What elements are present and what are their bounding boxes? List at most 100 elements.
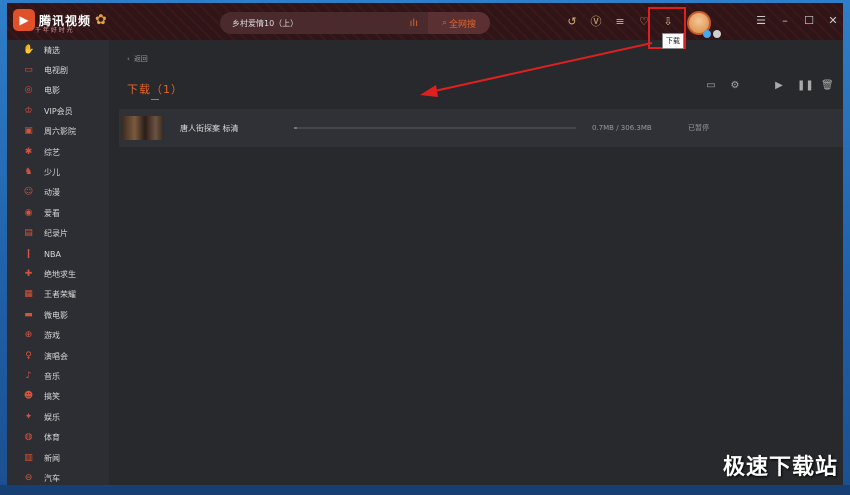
sidebar-item-honor-of-kings[interactable]: ▦ 王者荣耀 [7,285,109,305]
close-icon[interactable]: ✕ [827,14,839,28]
play-logo-icon: ▶ [13,9,35,31]
sidebar-item-label: 微电影 [44,310,68,320]
sidebar-item-label: 动漫 [44,188,60,198]
sidebar-item-pubg[interactable]: ✚ 绝地求生 [7,264,109,284]
sidebar-item-label: 爱看 [44,208,60,218]
sidebar-item-concerts[interactable]: ♀ 演唱会 [7,346,109,366]
sidebar-item-label: 王者荣耀 [44,290,76,300]
title-underline [151,99,159,100]
documentary-icon: ▤ [24,228,33,239]
settings-icon[interactable]: ⚙ [729,80,741,92]
sidebar-item-funny[interactable]: ☻ 搞笑 [7,387,109,407]
sidebar-item-label: 音乐 [44,371,60,381]
sidebar-item-label: VIP会员 [44,106,73,116]
download-progress-fill [294,127,297,129]
sidebar-item-label: 搞笑 [44,392,60,402]
cinema-icon: ▣ [24,126,33,137]
playlist-icon[interactable]: ≡ [613,15,627,29]
sidebar-item-cars[interactable]: ⊖ 汽车 [7,468,109,485]
back-label: 返回 [133,55,148,63]
sidebar-item-label: 娱乐 [44,412,60,422]
pause-all-icon[interactable]: ❚❚ [797,80,814,92]
sidebar-item-movies[interactable]: ◎ 电影 [7,81,109,101]
sidebar-item-label: 绝地求生 [44,269,76,279]
watermark: 极速下载站 [722,455,838,480]
sidebar: ✋ 精选 ▭ 电视剧 ◎ 电影 ♔ VIP会员 ▣ 周六影院 ✱ 综艺 ♞ 少儿 ☺ 动漫 ◉ 爱… [7,40,109,485]
sidebar-item-games[interactable]: ⊕ 游戏 [7,325,109,345]
search-button-label: 全网搜 [449,19,477,30]
sidebar-item-saturday-cinema[interactable]: ▣ 周六影院 [7,122,109,142]
sidebar-item-kids[interactable]: ♞ 少儿 [7,162,109,182]
logo-slogan: 千 年 好 时 光 [35,27,73,34]
sidebar-item-featured[interactable]: ✋ 精选 [7,40,109,60]
trending-chart-icon[interactable]: ılı [410,18,418,29]
game-hok-icon: ▦ [24,289,33,300]
micro-film-icon: ▬ [24,309,33,320]
maximize-icon[interactable]: ☐ [803,14,815,28]
menu-icon[interactable]: ☰ [755,14,767,28]
sidebar-item-label: 游戏 [44,331,60,341]
car-icon: ⊖ [24,472,33,483]
sidebar-item-vip[interactable]: ♔ VIP会员 [7,101,109,121]
chevron-left-icon: ‹ [127,55,130,63]
sidebar-item-label: 纪录片 [44,229,68,239]
start-all-icon[interactable]: ▶ [773,80,785,92]
sidebar-item-micro-film[interactable]: ▬ 微电影 [7,305,109,325]
tooltip: 下载 [662,33,684,49]
avatar-badges [703,30,721,38]
sidebar-item-anime[interactable]: ☺ 动漫 [7,183,109,203]
history-icon[interactable]: ↺ [565,15,579,29]
sidebar-item-label: NBA [44,249,61,259]
sidebar-item-label: 新闻 [44,453,60,463]
smile-icon: ☻ [23,391,34,402]
star-badge-icon [713,30,721,38]
sidebar-item-tv[interactable]: ▭ 电视剧 [7,60,109,80]
back-button[interactable]: ‹ 返回 [127,54,148,64]
tv-icon: ▭ [24,65,33,76]
sidebar-item-label: 体育 [44,433,60,443]
sidebar-item-documentary[interactable]: ▤ 纪录片 [7,224,109,244]
download-progress-bar [294,127,576,129]
microphone-icon: ♀ [25,350,32,361]
desktop-taskbar [0,485,850,495]
page-title: 下载（1） [127,83,183,96]
entertainment-icon: ✦ [24,411,33,422]
download-item[interactable]: 唐人街探案 标清 0.7MB / 306.3MB 已暂停 [119,109,843,147]
sidebar-item-label: 综艺 [44,147,60,157]
download-title: 唐人街探案 标清 [180,123,239,133]
festive-decoration-icon: ✿ [95,12,107,28]
horse-icon: ♞ [24,167,33,178]
music-icon: ♪ [25,370,32,381]
sidebar-item-variety[interactable]: ✱ 综艺 [7,142,109,162]
sidebar-item-label: 少儿 [44,168,60,178]
sidebar-item-sports[interactable]: ◍ 体育 [7,427,109,447]
download-size: 0.7MB / 306.3MB [592,124,652,132]
sidebar-item-aikan[interactable]: ◉ 爱看 [7,203,109,223]
sidebar-item-label: 汽车 [44,473,60,483]
app-window: ▶ 腾讯视频 ✿ 千 年 好 时 光 ılı ⌕ 全网搜 ↺ Ⓥ ≡ ♡ ⇩ ☰ [7,3,843,485]
search-icon: ⌕ [441,18,448,28]
vip-icon[interactable]: Ⓥ [589,15,603,29]
sidebar-item-music[interactable]: ♪ 音乐 [7,366,109,386]
search-bar: ılı ⌕ 全网搜 [220,12,490,34]
delete-icon[interactable]: 🗑 [821,80,834,92]
game-pubg-icon: ✚ [24,268,33,279]
sidebar-item-nba[interactable]: ❙ NBA [7,244,109,264]
news-icon: ▥ [24,452,33,463]
gamepad-icon: ⊕ [24,330,33,341]
open-folder-icon[interactable]: ▭ [705,80,717,92]
sidebar-item-entertainment[interactable]: ✦ 娱乐 [7,407,109,427]
video-thumbnail [122,116,164,140]
minimize-icon[interactable]: – [779,14,791,28]
vip-icon: ♔ [24,105,33,116]
title-bar: ▶ 腾讯视频 ✿ 千 年 好 时 光 ılı ⌕ 全网搜 ↺ Ⓥ ≡ ♡ ⇩ ☰ [7,3,843,40]
star-hand-icon: ✋ [23,44,35,55]
search-all-button[interactable]: ⌕ 全网搜 [428,12,490,34]
film-reel-icon: ◎ [24,85,33,96]
download-page: ‹ 返回 下载（1） ▭ ⚙ ▶ ❚❚ 🗑 唐人街探案 标清 0.7MB / 3… [109,40,843,485]
anime-icon: ☺ [23,187,34,198]
sidebar-item-news[interactable]: ▥ 新闻 [7,448,109,468]
search-input[interactable] [220,18,410,28]
level-badge-icon [703,30,711,38]
sidebar-item-label: 电影 [44,86,60,96]
